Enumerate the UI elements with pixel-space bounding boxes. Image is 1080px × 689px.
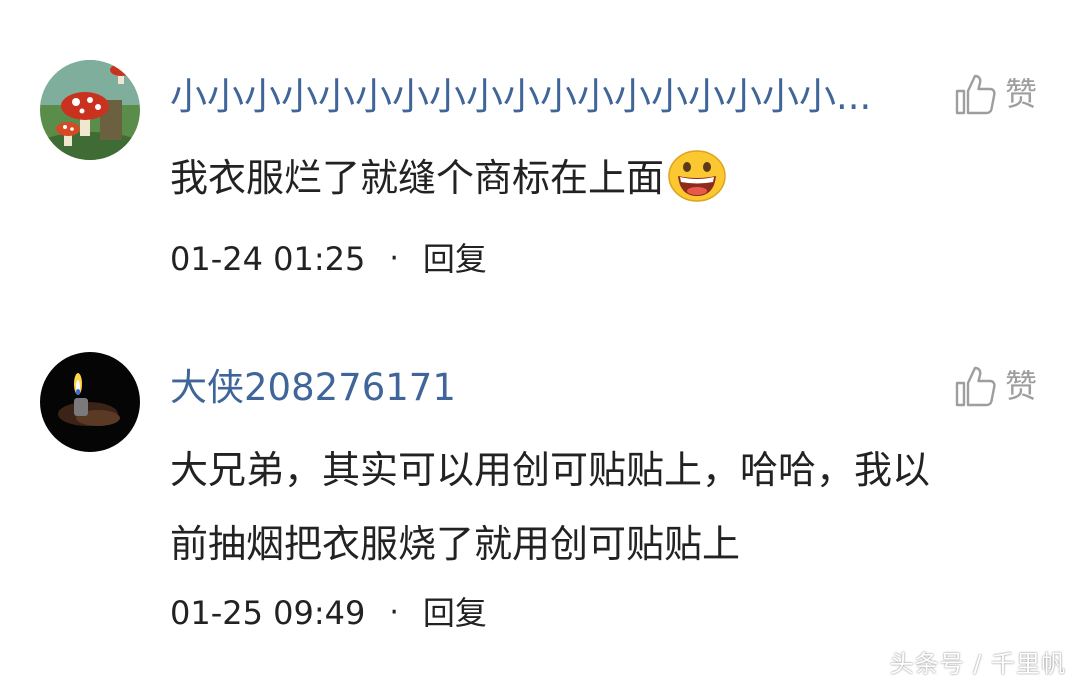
- comment-text-line-1: 大兄弟，其实可以用创可贴贴上，哈哈，我以: [170, 448, 931, 492]
- lighter-flame-avatar-icon: [40, 352, 140, 452]
- comment-meta: 01-24 01:25 · 回复: [170, 243, 487, 275]
- reply-button[interactable]: 回复: [423, 597, 487, 629]
- comment-item-1: 小小小小小小小小小小小小小小小小小小... 赞 我衣服烂了就缝个商标在上面 01…: [0, 0, 1080, 320]
- like-button[interactable]: 赞: [953, 364, 1037, 408]
- like-label: 赞: [1005, 75, 1038, 113]
- meta-separator: ·: [389, 595, 399, 630]
- comment-meta: 01-25 09:49 · 回复: [170, 597, 487, 629]
- comment-item-2: 大侠208276171 赞 大兄弟，其实可以用创可贴贴上，哈哈，我以 前抽烟把衣…: [0, 320, 1080, 689]
- comment-timestamp: 01-24 01:25: [170, 240, 366, 278]
- username[interactable]: 小小小小小小小小小小小小小小小小小小...: [170, 78, 871, 115]
- like-label: 赞: [1005, 367, 1038, 405]
- thumbs-up-icon: [955, 74, 996, 115]
- user-avatar[interactable]: [40, 60, 140, 160]
- comment-timestamp: 01-25 09:49: [170, 594, 366, 632]
- comment-text: 我衣服烂了就缝个商标在上面: [170, 141, 726, 227]
- user-avatar[interactable]: [40, 352, 140, 452]
- mushroom-avatar-icon: [40, 60, 140, 160]
- grinning-face-emoji-icon: [668, 149, 726, 227]
- comment-text-line-2: 前抽烟把衣服烧了就用创可贴贴上: [170, 522, 741, 566]
- username[interactable]: 大侠208276171: [170, 369, 456, 406]
- like-button[interactable]: 赞: [953, 72, 1037, 116]
- comment-text: 大兄弟，其实可以用创可贴贴上，哈哈，我以 前抽烟把衣服烧了就用创可贴贴上: [170, 433, 930, 581]
- meta-separator: ·: [389, 241, 399, 276]
- source-watermark: 头条号 / 千里帆: [889, 650, 1066, 678]
- thumbs-up-icon: [955, 366, 996, 407]
- reply-button[interactable]: 回复: [423, 243, 487, 275]
- comment-text-content: 我衣服烂了就缝个商标在上面: [170, 156, 665, 200]
